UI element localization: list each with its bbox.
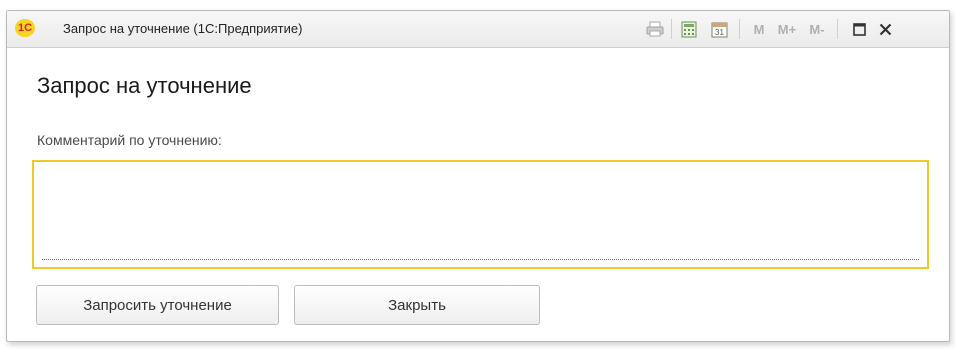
comment-field[interactable]	[32, 160, 929, 269]
window-title: Запрос на уточнение (1С:Предприятие)	[63, 21, 303, 36]
toolbar-separator	[671, 19, 672, 39]
close-button[interactable]: Закрыть	[294, 285, 540, 325]
calculator-icon[interactable]	[679, 20, 699, 38]
app-logo-icon: 1С	[15, 19, 35, 37]
memory-m-button[interactable]: M	[751, 20, 767, 38]
printer-icon[interactable]	[645, 20, 665, 38]
comment-input[interactable]	[38, 166, 927, 265]
close-icon[interactable]	[875, 20, 895, 38]
comment-label: Комментарий по уточнению:	[37, 132, 222, 148]
toolbar-separator	[739, 19, 740, 39]
form-heading: Запрос на уточнение	[37, 73, 252, 98]
title-bar[interactable]: 1С Запрос на уточнение (1С:Предприятие)	[7, 11, 949, 48]
memory-minus-button[interactable]: M-	[805, 20, 829, 38]
calendar-day-number: 31	[715, 28, 724, 37]
required-field-underline	[42, 259, 919, 260]
dialog-window: 1С Запрос на уточнение (1С:Предприятие)	[6, 10, 950, 342]
toolbar-separator	[837, 19, 838, 39]
maximize-icon[interactable]	[849, 20, 869, 38]
request-clarification-button[interactable]: Запросить уточнение	[36, 285, 279, 325]
memory-plus-button[interactable]: M+	[775, 20, 799, 38]
calendar-icon[interactable]: 31	[709, 20, 729, 38]
